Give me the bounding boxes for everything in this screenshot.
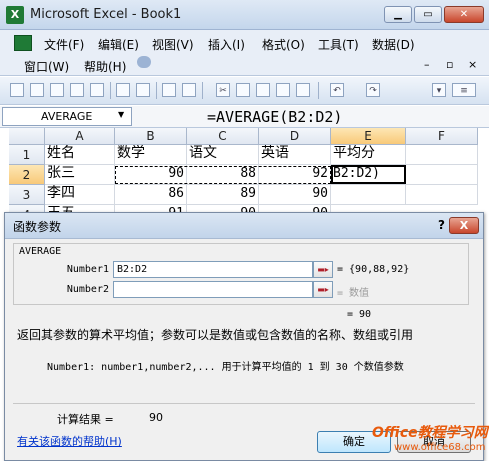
window-title: Microsoft Excel - Book1 [30,7,182,22]
function-help-link[interactable]: 有关该函数的帮助(H) [17,433,122,449]
toolbar-separator [318,82,319,99]
cell-f3[interactable] [406,185,478,205]
toolbar-separator [110,82,111,99]
cell-e3[interactable] [331,185,406,205]
menu-insert[interactable]: 插入(I) [208,36,245,53]
close-icon[interactable]: ✕ [444,6,484,23]
cell-d1[interactable]: 英语 [259,145,331,165]
menu-help[interactable]: 帮助(H) [84,58,126,75]
menu-tools[interactable]: 工具(T) [318,36,359,53]
help-icon[interactable]: ? [438,218,445,232]
menu-file[interactable]: 文件(F) [44,36,84,53]
clear-icon[interactable] [296,83,310,97]
column-header[interactable]: A [45,128,115,145]
select-all-corner[interactable] [9,128,45,145]
menu-data[interactable]: 数据(D) [372,36,415,53]
dialog-close-icon[interactable]: X [449,217,479,234]
ask-question-icon[interactable] [137,56,151,68]
cell-a3[interactable]: 李四 [45,185,115,205]
print-icon[interactable] [116,83,130,97]
cell-f2[interactable] [406,165,478,185]
number1-label: Number1 [66,264,109,275]
toolbar-separator [202,82,203,99]
formula-bar: AVERAGE ▼ =AVERAGE(B2:D2) [0,106,489,128]
permission-icon[interactable] [70,83,84,97]
column-header[interactable]: B [115,128,187,145]
column-header[interactable]: D [259,128,331,145]
menu-edit[interactable]: 编辑(E) [98,36,139,53]
toolbar-options-icon[interactable]: ▾ [432,83,446,97]
name-box-dropdown-icon[interactable]: ▼ [118,110,124,119]
minimize-icon[interactable]: ▁ [384,6,412,23]
cell-b3[interactable]: 86 [115,185,187,205]
workbook-icon[interactable] [14,35,32,51]
row-header[interactable]: 2 [9,165,45,185]
cell-e2-editing[interactable]: B2:D2) [331,165,406,185]
parameter-description: Number1: number1,number2,... 用于计算平均值的 1 … [47,362,404,373]
cell-b2[interactable]: 90 [115,165,187,185]
undo-icon[interactable]: ↶ [330,83,344,97]
cut-icon[interactable]: ✂ [216,83,230,97]
column-header[interactable]: E [331,128,406,145]
cell-c3[interactable]: 89 [187,185,259,205]
row-header[interactable]: 3 [9,185,45,205]
cell-f1[interactable] [406,145,478,165]
number2-input[interactable] [113,281,313,298]
dialog-title-bar[interactable]: 函数参数 ? X [5,213,483,239]
menu-view[interactable]: 视图(V) [152,36,194,53]
menu-bar: 文件(F) 编辑(E) 视图(V) 插入(I) 格式(O) 工具(T) 数据(D… [0,30,489,76]
toolbar-separator [156,82,157,99]
number2-label: Number2 [66,284,109,295]
cell-c1[interactable]: 语文 [187,145,259,165]
cell-d3[interactable]: 90 [259,185,331,205]
save-icon[interactable] [50,83,64,97]
number2-collapse-icon[interactable]: ▬▸ [313,281,333,298]
menu-format[interactable]: 格式(O) [262,36,305,53]
menu-window[interactable]: 窗口(W) [24,58,69,75]
number1-collapse-icon[interactable]: ▬▸ [313,261,333,278]
function-name: AVERAGE [19,246,62,257]
name-box[interactable]: AVERAGE [2,107,132,126]
formula-result-preview: = 90 [347,309,372,320]
dialog-divider [13,403,475,404]
function-arguments-dialog: 函数参数 ? X AVERAGE Number1 B2:D2 ▬▸ = {90,… [4,212,484,461]
cell-a1[interactable]: 姓名 [45,145,115,165]
cell-e1[interactable]: 平均分 [331,145,406,165]
open-icon[interactable] [30,83,44,97]
function-description: 返回其参数的算术平均值；参数可以是数值或包含数值的名称、数组或引用 [17,328,414,342]
title-bar: X Microsoft Excel - Book1 ▁ ▭ ✕ [0,0,489,30]
number1-input[interactable]: B2:D2 [113,261,313,278]
number2-result: = 数值 [337,288,370,299]
calculation-result-label: 计算结果 = [57,413,114,426]
maximize-icon[interactable]: ▭ [414,6,442,23]
cell-d2[interactable]: 92 [259,165,331,185]
copy-icon[interactable] [236,83,250,97]
format-painter-icon[interactable] [276,83,290,97]
column-header[interactable]: F [406,128,478,145]
cancel-button[interactable]: 取消 [397,431,471,453]
print-preview-icon[interactable] [136,83,150,97]
redo-icon[interactable]: ↷ [366,83,380,97]
calculation-result-value: 90 [149,411,163,424]
email-icon[interactable] [90,83,104,97]
cell-b1[interactable]: 数学 [115,145,187,165]
cell-a2[interactable]: 张三 [45,165,115,185]
doc-restore-icon[interactable]: ▫ [446,58,453,71]
research-icon[interactable] [182,83,196,97]
align-icon[interactable]: ≡ [452,83,476,97]
new-icon[interactable] [10,83,24,97]
standard-toolbar: ✂ ↶ ↷ ▾ ≡ [0,77,489,105]
row-header[interactable]: 1 [9,145,45,165]
number1-result: = {90,88,92} [337,264,410,275]
excel-app-icon[interactable]: X [6,6,24,24]
spelling-icon[interactable] [162,83,176,97]
dialog-title: 函数参数 [13,220,62,234]
doc-close-icon[interactable]: × [468,58,477,71]
ok-button[interactable]: 确定 [317,431,391,453]
formula-input[interactable]: =AVERAGE(B2:D2) [207,108,342,126]
column-header[interactable]: C [187,128,259,145]
doc-minimize-icon[interactable]: – [424,58,430,71]
paste-icon[interactable] [256,83,270,97]
cell-c2[interactable]: 88 [187,165,259,185]
